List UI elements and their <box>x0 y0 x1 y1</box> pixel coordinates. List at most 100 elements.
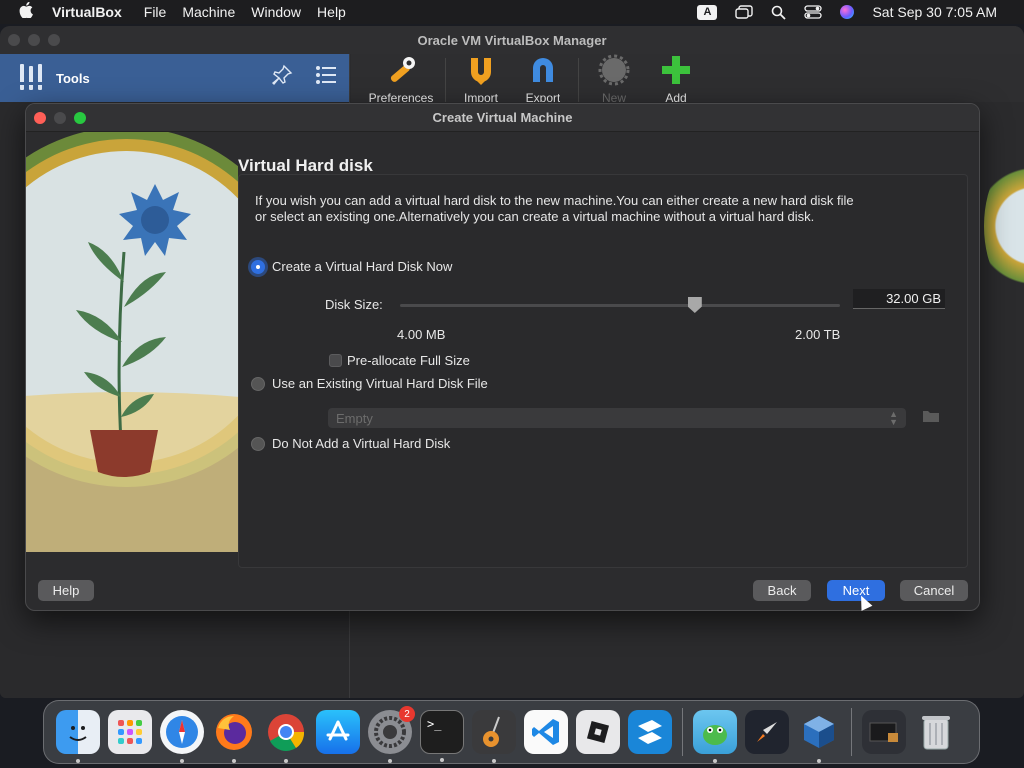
manager-zoom-button[interactable] <box>48 34 60 46</box>
system-settings-icon[interactable]: 2 <box>368 706 415 763</box>
disk-size-field[interactable]: 32.00 GB <box>853 289 945 309</box>
create-disk-radio[interactable] <box>251 259 265 274</box>
roblox-icon[interactable] <box>576 710 620 754</box>
manager-titlebar: Oracle VM VirtualBox Manager <box>0 26 1024 54</box>
dialog-window-controls <box>34 112 86 124</box>
new-gear-icon <box>598 54 630 90</box>
roblox-studio-icon[interactable] <box>628 710 672 754</box>
add-button[interactable]: Add <box>645 54 707 102</box>
new-label: New <box>601 91 626 102</box>
running-indicator <box>713 759 717 763</box>
tools-icon <box>18 62 46 95</box>
menu-bar: VirtualBox File Machine Window Help A Sa… <box>0 0 1024 24</box>
disk-size-min: 4.00 MB <box>397 327 446 342</box>
new-button[interactable]: New <box>583 54 645 102</box>
manager-close-button[interactable] <box>8 34 20 46</box>
preallocate-label: Pre-allocate Full Size <box>347 353 470 368</box>
running-indicator <box>76 759 80 763</box>
menu-machine[interactable]: Machine <box>174 4 243 20</box>
create-disk-label: Create a Virtual Hard Disk Now <box>272 259 453 274</box>
tools-label: Tools <box>56 70 90 86</box>
app-store-icon[interactable] <box>316 710 360 754</box>
option-no-disk[interactable]: Do Not Add a Virtual Hard Disk <box>251 436 450 451</box>
no-disk-radio[interactable] <box>251 436 265 451</box>
disk-size-slider[interactable] <box>400 297 840 313</box>
import-icon <box>465 54 497 90</box>
dialog-minimize-button[interactable] <box>54 112 66 124</box>
running-indicator <box>440 758 444 762</box>
existing-disk-radio[interactable] <box>251 376 265 391</box>
menu-clock[interactable]: Sat Sep 30 7:05 AM <box>863 4 1006 20</box>
terminal-icon[interactable]: >_ <box>420 710 464 762</box>
menu-file[interactable]: File <box>136 4 175 20</box>
disk-size-label: Disk Size: <box>325 297 383 312</box>
window-switcher-icon[interactable] <box>726 5 762 19</box>
dock: 2 >_ <box>43 700 980 764</box>
page-description: If you wish you can add a virtual hard d… <box>255 193 854 224</box>
siri-icon[interactable] <box>831 5 863 19</box>
disk-size-max: 2.00 TB <box>795 327 841 342</box>
toolbar-separator <box>578 58 579 102</box>
control-center-icon[interactable] <box>795 5 831 19</box>
settings-badge: 2 <box>399 706 415 722</box>
choose-disk-folder-icon[interactable] <box>922 409 940 425</box>
create-vm-dialog: Create Virtual Machine Virtual Hard disk… <box>25 103 980 611</box>
option-existing-disk[interactable]: Use an Existing Virtual Hard Disk File <box>251 376 488 391</box>
add-label: Add <box>665 91 687 102</box>
preallocate-checkbox[interactable] <box>329 354 342 367</box>
finder-icon[interactable] <box>56 710 100 763</box>
preallocate-option[interactable]: Pre-allocate Full Size <box>329 353 470 368</box>
option-create-disk[interactable]: Create a Virtual Hard Disk Now <box>251 259 452 274</box>
virtualbox-icon[interactable] <box>797 710 841 763</box>
vscode-icon[interactable] <box>524 710 568 754</box>
dock-separator <box>851 708 852 756</box>
existing-disk-label: Use an Existing Virtual Hard Disk File <box>272 376 488 391</box>
rocket-app-icon[interactable] <box>745 710 789 754</box>
wizard-illustration <box>26 132 238 562</box>
back-button[interactable]: Back <box>753 580 811 601</box>
safari-icon[interactable] <box>160 710 204 763</box>
export-button[interactable]: Export <box>512 54 574 102</box>
spotlight-search-icon[interactable] <box>762 5 795 20</box>
swampy-game-icon[interactable] <box>693 710 737 763</box>
help-button[interactable]: Help <box>38 580 94 601</box>
cancel-button[interactable]: Cancel <box>900 580 968 601</box>
running-indicator <box>284 759 288 763</box>
input-source-icon[interactable]: A <box>688 4 726 20</box>
running-indicator <box>180 759 184 763</box>
preferences-label: Preferences <box>368 91 434 102</box>
apple-menu-icon[interactable] <box>0 1 52 22</box>
export-icon <box>527 54 559 90</box>
garageband-icon[interactable] <box>472 710 516 763</box>
dialog-titlebar: Create Virtual Machine <box>26 104 979 132</box>
running-indicator <box>388 759 392 763</box>
siri-orb <box>840 5 855 19</box>
launchpad-icon[interactable] <box>108 710 152 754</box>
pin-icon[interactable] <box>271 64 293 92</box>
recent-folder-icon[interactable] <box>862 710 906 754</box>
menu-window[interactable]: Window <box>243 4 309 20</box>
dialog-zoom-button[interactable] <box>74 112 86 124</box>
disk-size-slider-thumb[interactable] <box>687 297 702 313</box>
preferences-button[interactable]: Preferences <box>361 54 441 102</box>
page-title: Virtual Hard disk <box>238 156 373 175</box>
manager-minimize-button[interactable] <box>28 34 40 46</box>
add-plus-icon <box>660 54 692 90</box>
select-chevron-icon: ▲ ▼ <box>889 409 898 427</box>
terminal-prompt: >_ <box>427 717 442 731</box>
import-button[interactable]: Import <box>450 54 512 102</box>
chrome-icon[interactable] <box>264 710 308 763</box>
no-disk-label: Do Not Add a Virtual Hard Disk <box>272 436 451 451</box>
trash-icon[interactable] <box>914 710 958 754</box>
tools-item[interactable]: Tools <box>0 54 349 102</box>
dialog-close-button[interactable] <box>34 112 46 124</box>
menu-app-name[interactable]: VirtualBox <box>52 4 136 20</box>
manager-window-controls <box>8 34 60 46</box>
import-label: Import <box>463 91 498 102</box>
menu-help[interactable]: Help <box>309 4 354 20</box>
dialog-title: Create Virtual Machine <box>432 110 573 125</box>
firefox-icon[interactable] <box>212 710 256 763</box>
existing-disk-select[interactable]: Empty ▲ ▼ <box>328 408 906 428</box>
input-source-badge: A <box>697 4 718 20</box>
list-menu-icon[interactable] <box>315 65 337 91</box>
